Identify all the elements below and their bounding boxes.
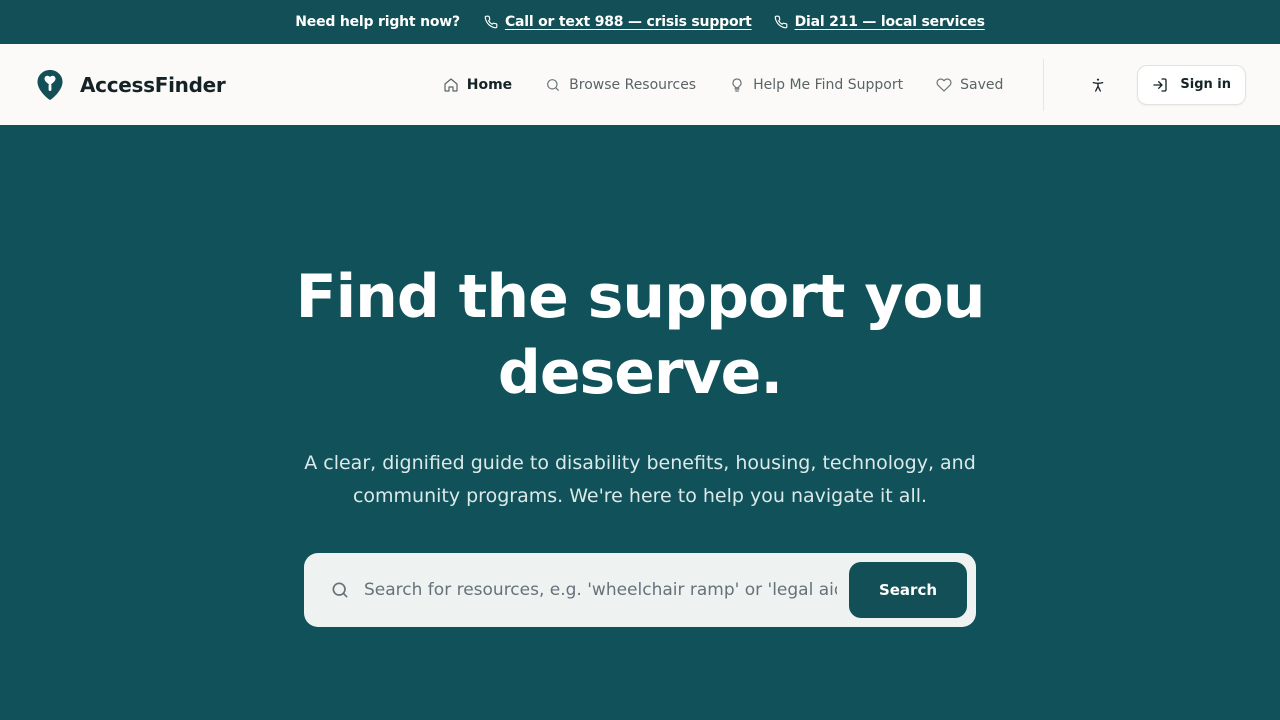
hero-title: Find the support you deserve. <box>295 262 986 408</box>
search-icon <box>332 582 348 598</box>
nav-item-saved-label: Saved <box>960 76 1004 93</box>
lightbulb-icon <box>732 77 742 92</box>
sign-in-button[interactable]: Sign in <box>1137 64 1246 105</box>
nav-item-saved[interactable]: Saved <box>936 77 1003 93</box>
crisis-line-label[interactable]: Call or text 988 — crisis support <box>505 14 752 30</box>
log-in-icon <box>1153 77 1168 92</box>
accessibility-settings-button[interactable] <box>1084 71 1112 99</box>
nav-divider <box>1043 58 1045 111</box>
local-services-link[interactable]: Dial 211 — local services <box>774 14 985 30</box>
phone-icon <box>484 15 498 29</box>
primary-nav: Home Browse Resources Help Me Find Suppo… <box>443 77 1003 93</box>
map-pin-logo-icon <box>37 69 63 100</box>
search-input[interactable] <box>364 580 837 600</box>
hero-subtitle: A clear, dignified guide to disability b… <box>304 452 976 507</box>
brand-name: AccessFinder <box>80 72 226 97</box>
nav-item-home-label: Home <box>466 76 513 93</box>
hero-section: Find the support you deserve. A clear, d… <box>0 125 1280 720</box>
resource-search-bar: Search <box>304 553 976 627</box>
search-icon <box>547 78 560 91</box>
search-button[interactable]: Search <box>849 562 967 618</box>
nav-item-help-label: Help Me Find Support <box>753 76 904 93</box>
phone-icon <box>774 15 788 29</box>
heart-icon <box>936 77 952 92</box>
local-services-label[interactable]: Dial 211 — local services <box>795 14 985 30</box>
nav-item-help-me-find-support[interactable]: Help Me Find Support <box>729 77 903 93</box>
main-navbar: AccessFinder Home Browse Resources Help … <box>0 44 1280 125</box>
nav-item-browse-label: Browse Resources <box>569 76 697 93</box>
home-icon <box>444 77 458 92</box>
crisis-help-bar: Need help right now? Call or text 988 — … <box>0 0 1280 44</box>
nav-item-browse-resources[interactable]: Browse Resources <box>545 77 696 93</box>
nav-item-home[interactable]: Home <box>443 77 512 93</box>
brand-logo-link[interactable]: AccessFinder <box>36 69 226 101</box>
accessibility-icon <box>1093 78 1104 92</box>
sign-in-label: Sign in <box>1180 77 1231 92</box>
crisis-line-link[interactable]: Call or text 988 — crisis support <box>484 14 752 30</box>
crisis-help-lead: Need help right now? <box>295 14 460 30</box>
